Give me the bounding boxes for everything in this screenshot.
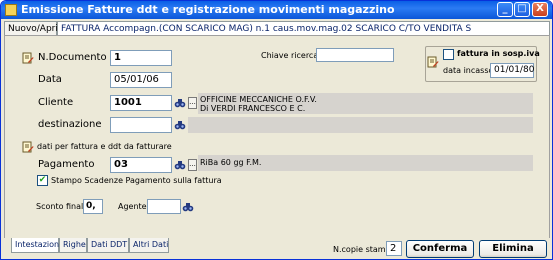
top-tab-strip: Nuovo/Apri FATTURA Accompagn.(CON SCARIC… xyxy=(4,21,550,36)
edit-document-icon[interactable] xyxy=(22,52,34,64)
binoculars-icon[interactable] xyxy=(174,97,186,109)
fattura-sosp-label: fattura in sosp.iva xyxy=(457,49,540,58)
agente-label: Agente xyxy=(118,202,147,211)
pagamento-label: Pagamento xyxy=(38,159,95,170)
sosp-iva-frame: fattura in sosp.iva data incasso 01/01/8… xyxy=(425,46,540,82)
title-bar[interactable]: Emissione Fatture ddt e registrazione mo… xyxy=(1,1,552,19)
cliente-more-button[interactable]: ... xyxy=(188,97,197,109)
pagamento-field[interactable]: 03 xyxy=(110,157,172,173)
close-button[interactable]: X xyxy=(532,2,548,17)
destinazione-description-box xyxy=(188,117,533,133)
cliente-label: Cliente xyxy=(38,97,74,108)
pagamento-description-box: RiBa 60 gg F.M. xyxy=(198,155,533,171)
binoculars-icon[interactable] xyxy=(182,201,194,213)
tab-nuovo-apri[interactable]: Nuovo/Apri xyxy=(4,21,58,36)
tab-righe[interactable]: Righe xyxy=(59,238,87,253)
conferma-button[interactable]: Conferma xyxy=(406,240,474,258)
edit-document-icon[interactable] xyxy=(427,56,439,68)
agente-field[interactable] xyxy=(147,199,181,214)
data-incasso-field[interactable]: 01/01/80 xyxy=(490,63,534,78)
stampo-scadenze-label: Stampo Scadenze Pagamento sulla fattura xyxy=(51,176,222,185)
form-panel: N.Documento 1 Chiave ricerca fattura in … xyxy=(4,35,550,238)
edit-document-icon[interactable] xyxy=(22,141,34,153)
tab-altri-dati[interactable]: Altri Dati xyxy=(129,238,169,253)
data-incasso-label: data incasso xyxy=(443,66,494,75)
binoculars-icon[interactable] xyxy=(174,159,186,171)
sconto-finale-label: Sconto finale xyxy=(36,202,89,211)
destinazione-label: destinazione xyxy=(38,119,102,130)
n-documento-field[interactable]: 1 xyxy=(110,50,172,66)
tab-dati-ddt[interactable]: Dati DDT xyxy=(87,238,129,253)
stampo-scadenze-checkbox[interactable]: ✔ xyxy=(37,175,48,186)
app-icon xyxy=(5,4,17,16)
cliente-description-box: OFFICINE MECCANICHE O.F.V. Di VERDI FRAN… xyxy=(198,93,533,114)
data-field[interactable]: 05/01/06 xyxy=(110,72,172,88)
chiave-ricerca-label: Chiave ricerca xyxy=(261,51,319,60)
cliente-field[interactable]: 1001 xyxy=(110,95,172,111)
binoculars-icon[interactable] xyxy=(174,119,186,131)
cliente-desc-line1: OFFICINE MECCANICHE O.F.V. xyxy=(200,95,317,104)
tab-intestazione[interactable]: Intestazione xyxy=(11,238,64,253)
dati-section-label: dati per fattura e ddt da fatturare xyxy=(37,142,172,151)
destinazione-field[interactable] xyxy=(110,117,172,133)
maximize-button[interactable]: □ xyxy=(514,2,530,17)
cliente-desc-line2: Di VERDI FRANCESCO E C. xyxy=(200,104,306,113)
sconto-finale-field[interactable]: 0, xyxy=(83,199,103,214)
data-label: Data xyxy=(38,74,62,85)
fattura-sosp-checkbox[interactable] xyxy=(443,49,454,60)
chiave-ricerca-input[interactable] xyxy=(316,48,394,62)
window-title: Emissione Fatture ddt e registrazione mo… xyxy=(21,3,395,16)
tab-fattura[interactable]: FATTURA Accompagn.(CON SCARICO MAG) n.1 … xyxy=(57,21,550,36)
minimize-button[interactable]: _ xyxy=(497,2,513,17)
elimina-button[interactable]: Elimina xyxy=(479,240,547,258)
pagamento-desc: RiBa 60 gg F.M. xyxy=(200,158,262,167)
n-documento-label: N.Documento xyxy=(38,52,107,63)
ncopie-field[interactable]: 2 xyxy=(386,241,402,256)
pagamento-more-button[interactable]: ... xyxy=(188,159,197,171)
main-window: Emissione Fatture ddt e registrazione mo… xyxy=(0,0,553,260)
